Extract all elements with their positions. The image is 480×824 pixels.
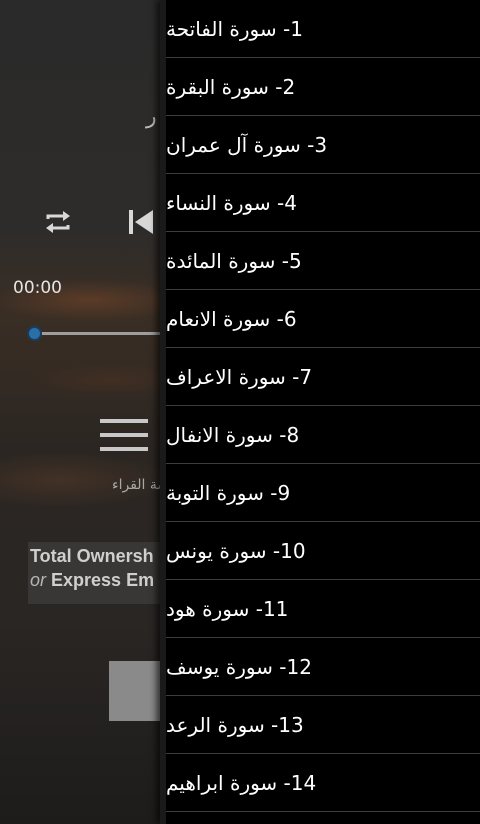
surah-item[interactable]: 2- سورة البقرة (166, 58, 480, 116)
track-title: ر (146, 104, 157, 129)
surah-label: 6- سورة الانعام (166, 306, 297, 331)
surah-item[interactable]: 5- سورة المائدة (166, 232, 480, 290)
surah-item[interactable]: 11- سورة هود (166, 580, 480, 638)
surah-label: 2- سورة البقرة (166, 74, 296, 99)
surah-item[interactable]: 10- سورة يونس (166, 522, 480, 580)
ad-line-1: Total Ownersh (30, 546, 154, 566)
surah-item[interactable]: 13- سورة الرعد (166, 696, 480, 754)
surah-label: 8- سورة الانفال (166, 422, 300, 447)
surah-label: 5- سورة المائدة (166, 248, 302, 273)
surah-item[interactable]: 3- سورة آل عمران (166, 116, 480, 174)
seek-thumb[interactable] (27, 326, 42, 341)
surah-drawer: 1- سورة الفاتحة 2- سورة البقرة 3- سورة آل … (160, 0, 480, 824)
surah-item[interactable]: 1- سورة الفاتحة (166, 0, 480, 58)
seek-bar[interactable] (34, 332, 164, 335)
skip-previous-icon[interactable] (126, 207, 156, 237)
repeat-icon[interactable] (44, 209, 72, 235)
surah-label: 9- سورة التوبة (166, 480, 291, 505)
surah-label: 10- سورة يونس (166, 538, 306, 563)
surah-label: 1- سورة الفاتحة (166, 16, 303, 41)
surah-label: 14- سورة ابراهيم (166, 770, 317, 795)
surah-label: 4- سورة النساء (166, 190, 297, 215)
ad-or-text: or (30, 570, 47, 590)
surah-item[interactable]: 12- سورة يوسف (166, 638, 480, 696)
ad-banner[interactable]: Total Ownersh or Express Em (28, 542, 168, 604)
surah-item[interactable]: 7- سورة الاعراف (166, 348, 480, 406)
ad-line-2-text: Express Em (46, 570, 155, 590)
elapsed-time: 00:00 (13, 278, 62, 298)
surah-label: 7- سورة الاعراف (166, 364, 313, 389)
surah-label: 3- سورة آل عمران (166, 132, 328, 157)
surah-item[interactable]: 6- سورة الانعام (166, 290, 480, 348)
surah-item[interactable]: 14- سورة ابراهيم (166, 754, 480, 812)
surah-list: 1- سورة الفاتحة 2- سورة البقرة 3- سورة آل … (166, 0, 480, 812)
surah-label: 13- سورة الرعد (166, 712, 304, 737)
surah-label: 11- سورة هود (166, 596, 289, 621)
surah-label: 12- سورة يوسف (166, 654, 312, 679)
surah-item[interactable]: 9- سورة التوبة (166, 464, 480, 522)
surah-item[interactable]: 4- سورة النساء (166, 174, 480, 232)
surah-item[interactable]: 8- سورة الانفال (166, 406, 480, 464)
menu-icon[interactable] (100, 418, 148, 452)
ad-line-2: or Express Em (30, 570, 168, 591)
